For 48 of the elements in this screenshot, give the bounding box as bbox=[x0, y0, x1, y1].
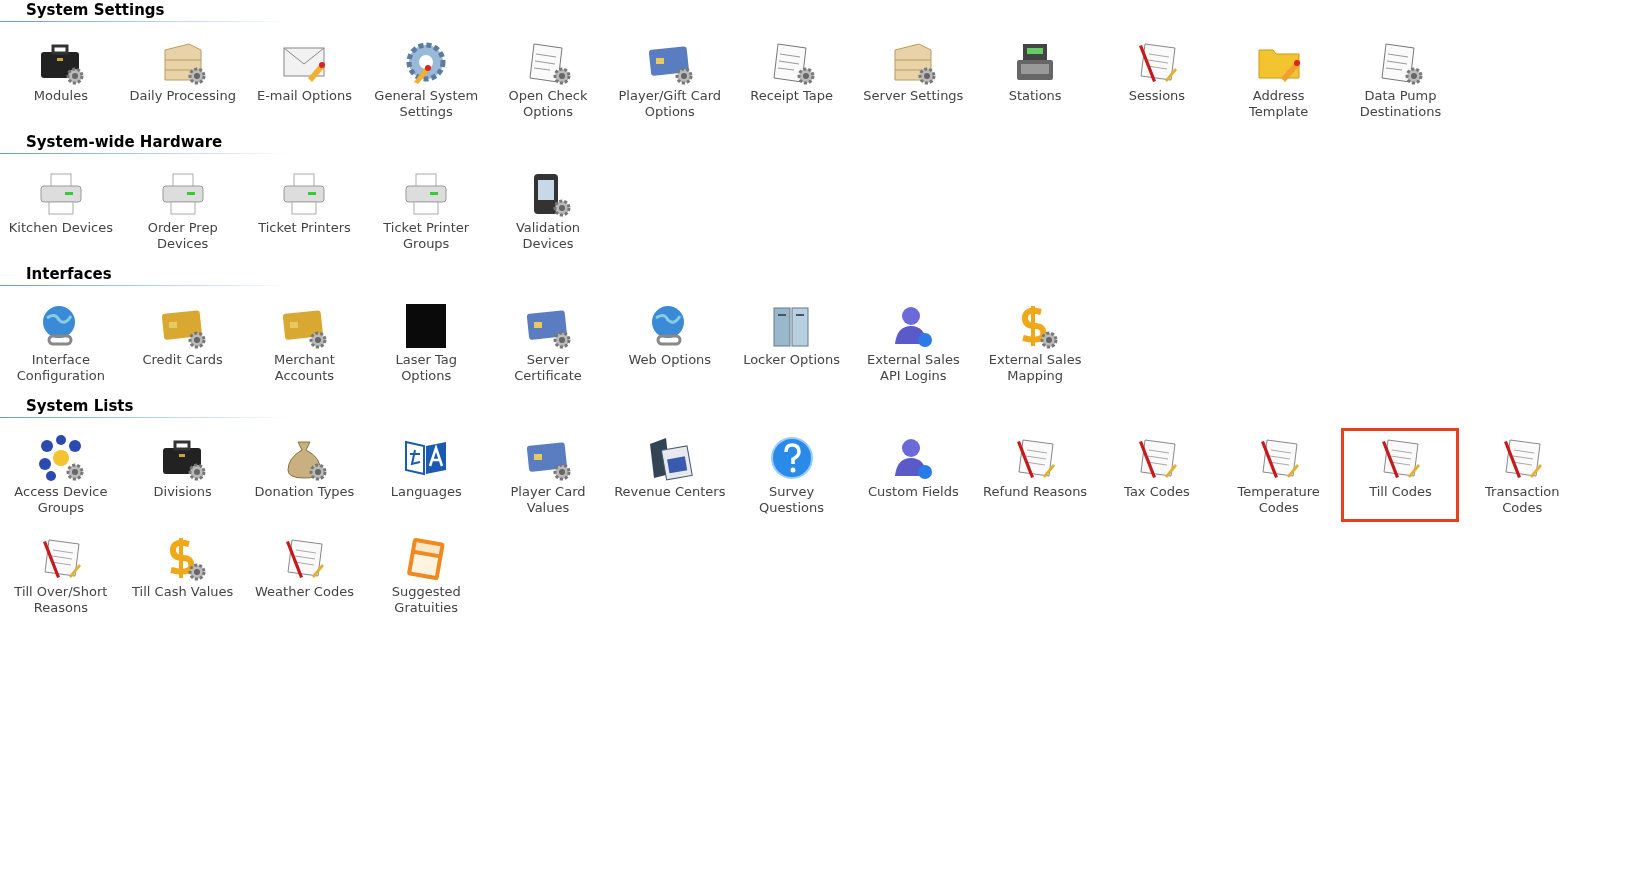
settings-item[interactable]: External Sales API Logins bbox=[854, 296, 973, 390]
settings-item[interactable]: Ticket Printer Groups bbox=[367, 164, 486, 258]
settings-item[interactable]: Refund Reasons bbox=[976, 428, 1095, 522]
settings-item[interactable]: Donation Types bbox=[245, 428, 364, 522]
settings-item[interactable]: Suggested Gratuities bbox=[367, 528, 486, 622]
settings-item[interactable]: Transaction Codes bbox=[1463, 428, 1582, 522]
settings-item[interactable]: Locker Options bbox=[732, 296, 851, 390]
settings-item[interactable]: Till Over/Short Reasons bbox=[1, 528, 120, 622]
settings-item[interactable]: Server Certificate bbox=[489, 296, 607, 390]
settings-item[interactable]: External Sales Mapping bbox=[976, 296, 1095, 390]
section-heading: System Settings bbox=[0, 0, 290, 22]
settings-item[interactable]: Revenue Centers bbox=[610, 428, 729, 522]
settings-item[interactable]: General System Settings bbox=[367, 32, 486, 126]
settings-item[interactable]: Data Pump Destinations bbox=[1341, 32, 1460, 126]
settings-item[interactable]: Interface Configuration bbox=[1, 296, 120, 390]
settings-item[interactable]: Address Template bbox=[1219, 32, 1338, 126]
settings-item[interactable]: Divisions bbox=[123, 428, 242, 522]
settings-item[interactable]: Validation Devices bbox=[489, 164, 607, 258]
settings-item[interactable]: Till Cash Values bbox=[123, 528, 242, 622]
section-heading: System Lists bbox=[0, 396, 290, 418]
settings-item[interactable]: Server Settings bbox=[854, 32, 973, 126]
settings-item[interactable]: Till Codes bbox=[1341, 428, 1460, 522]
settings-item[interactable]: Kitchen Devices bbox=[1, 164, 120, 258]
settings-item[interactable]: Order Prep Devices bbox=[123, 164, 242, 258]
settings-item[interactable]: Tax Codes bbox=[1097, 428, 1216, 522]
settings-item[interactable]: Receipt Tape bbox=[732, 32, 851, 126]
settings-item[interactable]: Survey Questions bbox=[732, 428, 851, 522]
section-heading: System-wide Hardware bbox=[0, 132, 290, 154]
settings-item[interactable]: Temperature Codes bbox=[1219, 428, 1338, 522]
settings-item[interactable]: Player/Gift Card Options bbox=[610, 32, 729, 126]
settings-item[interactable]: Merchant Accounts bbox=[245, 296, 364, 390]
settings-item[interactable]: Web Options bbox=[610, 296, 729, 390]
settings-item[interactable]: Ticket Printers bbox=[245, 164, 364, 258]
settings-item[interactable]: Languages bbox=[367, 428, 486, 522]
settings-item[interactable]: Modules bbox=[1, 32, 120, 126]
settings-item[interactable]: E-mail Options bbox=[245, 32, 364, 126]
settings-item[interactable]: Weather Codes bbox=[245, 528, 364, 622]
settings-item[interactable]: Custom Fields bbox=[854, 428, 973, 522]
network-icon bbox=[36, 434, 85, 482]
settings-item[interactable]: Stations bbox=[976, 32, 1095, 126]
settings-item[interactable]: Sessions bbox=[1097, 32, 1216, 126]
settings-item[interactable]: Laser Tag Options bbox=[367, 296, 486, 390]
settings-item[interactable]: Credit Cards bbox=[123, 296, 242, 390]
settings-item[interactable]: Daily Processing bbox=[123, 32, 242, 126]
settings-item[interactable]: Player Card Values bbox=[489, 428, 607, 522]
settings-item[interactable]: Open Check Options bbox=[489, 32, 607, 126]
settings-item[interactable]: Access Device Groups bbox=[1, 428, 120, 522]
section-heading: Interfaces bbox=[0, 264, 290, 286]
